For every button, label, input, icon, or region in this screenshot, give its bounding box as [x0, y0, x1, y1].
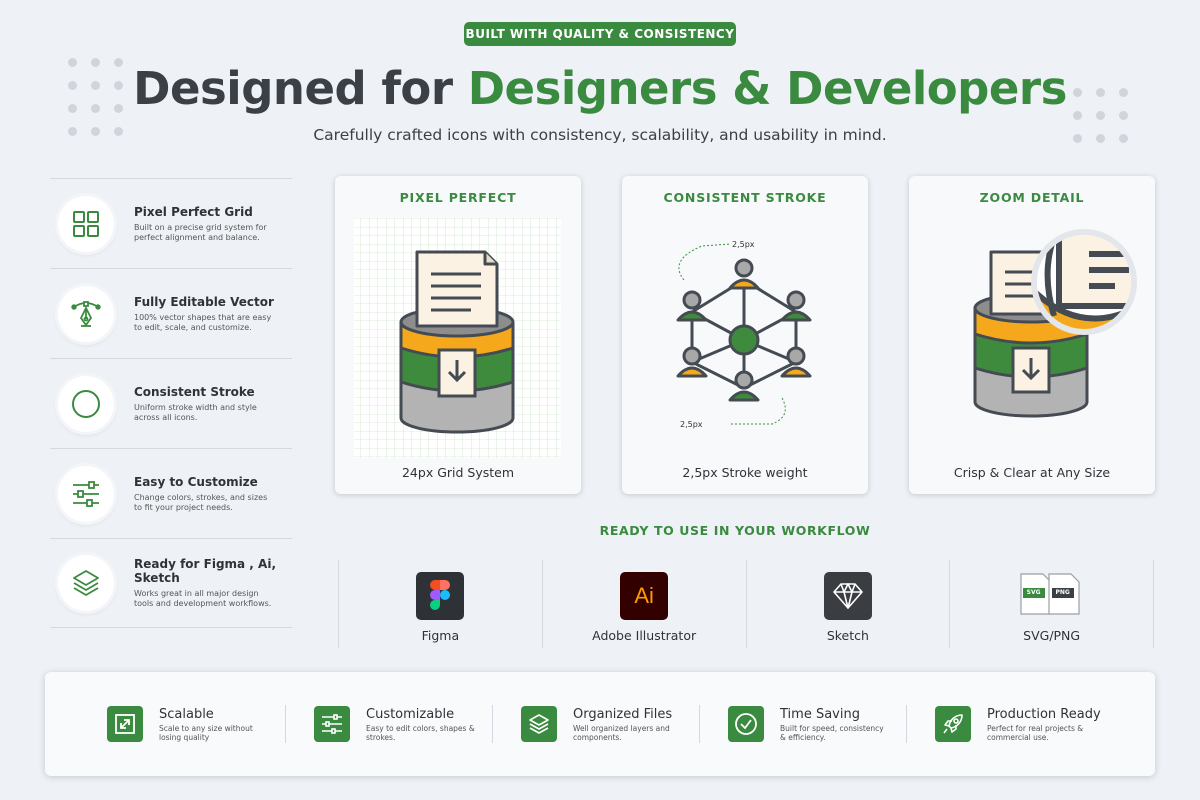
zoom-database-illustration [973, 229, 1137, 418]
card-zoom-detail: ZOOM DETAIL Crisp & Clear at Any Size [909, 176, 1155, 494]
benefit-desc: Built for speed, consistency & efficienc… [780, 723, 884, 742]
benefit-desc: Well organized layers and components. [573, 723, 670, 742]
benefit-item: Production Ready Perfect for real projec… [935, 704, 1143, 744]
feature-title: Easy to Customize [134, 474, 258, 489]
page-title: Designed for Designers & Developers [0, 62, 1200, 115]
feature-item: Ready for Figma , Ai, Sketch Works great… [50, 538, 292, 628]
sliders-icon [58, 465, 114, 522]
feature-title: Pixel Perfect Grid [134, 204, 253, 219]
feature-item: Consistent Stroke Uniform stroke width a… [50, 358, 292, 448]
feature-desc: Uniform stroke width and style across al… [134, 402, 257, 422]
layers-icon [58, 555, 114, 611]
benefit-item: Scalable Scale to any size without losin… [107, 704, 315, 744]
database-document-illustration [354, 218, 561, 458]
benefit-item: Time Saving Built for speed, consistency… [728, 704, 936, 744]
card-caption: 24px Grid System [401, 465, 515, 480]
benefit-desc: Scale to any size without losing quality [159, 723, 253, 742]
feature-desc: Change colors, strokes, and sizes to fit… [134, 492, 268, 512]
pen-tool-icon [58, 285, 114, 342]
card-caption: Crisp & Clear at Any Size [953, 465, 1111, 480]
network-users-illustration [676, 243, 812, 425]
tool-label: Sketch [826, 628, 869, 643]
rocket-icon [935, 706, 971, 742]
decorative-dots-left [68, 58, 123, 136]
tool-label: Adobe Illustrator [592, 628, 697, 643]
benefits-bar: Scalable Scale to any size without losin… [45, 672, 1155, 776]
benefit-desc: Easy to edit colors, shapes & strokes. [366, 723, 475, 742]
tool-label: Figma [421, 628, 460, 643]
benefit-title: Scalable [159, 706, 214, 722]
benefit-title: Time Saving [780, 706, 860, 722]
tools-row: Figma Ai Adobe Illustrator Sketch SVG PN… [338, 560, 1154, 648]
benefit-title: Customizable [366, 706, 455, 722]
figma-icon [416, 572, 465, 620]
feature-item: Fully Editable Vector 100% vector shapes… [50, 268, 292, 358]
feature-title: Consistent Stroke [134, 384, 255, 399]
feature-title: Ready for Figma , Ai, Sketch [134, 557, 277, 586]
svg-tag: SVG [1026, 589, 1041, 596]
feature-desc: 100% vector shapes that are easy to edit… [134, 312, 272, 332]
feature-item: Easy to Customize Change colors, strokes… [50, 448, 292, 538]
tool-svg-png: SVG PNG SVG/PNG [949, 560, 1154, 648]
illustrator-icon: Ai [620, 572, 669, 620]
benefit-item: Organized Files Well organized layers an… [521, 704, 729, 744]
file-format-icon: SVG PNG [1019, 572, 1085, 620]
png-tag: PNG [1055, 589, 1070, 596]
feature-desc: Works great in all major design tools an… [134, 589, 272, 608]
tool-figma: Figma [338, 560, 542, 648]
layers-icon [521, 706, 557, 742]
sliders-icon [314, 706, 350, 742]
stroke-annotation-top: 2,5px [732, 240, 755, 249]
resize-icon [107, 706, 143, 742]
grid-icon [58, 195, 114, 252]
page-subtitle: Carefully crafted icons with consistency… [313, 126, 887, 144]
card-pixel-perfect: PIXEL PERFECT 24px Grid System [335, 176, 581, 494]
feature-item: Pixel Perfect Grid Built on a precise gr… [50, 178, 292, 268]
sketch-icon [823, 572, 872, 620]
tool-sketch: Sketch [745, 560, 950, 648]
circle-icon [58, 375, 114, 432]
feature-desc: Built on a precise grid system for perfe… [134, 222, 267, 242]
top-badge: BUILT WITH QUALITY & CONSISTENCY [464, 22, 736, 46]
feature-title: Fully Editable Vector [134, 294, 274, 309]
decorative-dots-right [1073, 88, 1128, 143]
title-part-1: Designed for [133, 62, 468, 115]
benefit-desc: Perfect for real projects & commercial u… [987, 723, 1084, 742]
card-caption: 2,5px Stroke weight [682, 465, 808, 480]
check-circle-icon [728, 706, 764, 742]
illustrator-glyph: Ai [634, 583, 654, 608]
benefit-item: Customizable Easy to edit colors, shapes… [314, 704, 522, 744]
feature-list: Pixel Perfect Grid Built on a precise gr… [50, 178, 292, 628]
benefit-title: Organized Files [573, 706, 673, 722]
title-part-2: Designers & Developers [467, 62, 1068, 115]
tool-illustrator: Ai Adobe Illustrator [541, 560, 746, 648]
tool-label: SVG/PNG [1023, 628, 1081, 643]
benefit-title: Production Ready [987, 706, 1101, 722]
workflow-title: READY TO USE IN YOUR WORKFLOW [599, 523, 871, 538]
card-consistent-stroke: CONSISTENT STROKE 2,5px 2,5px 2,5px Stro… [622, 176, 868, 494]
stroke-annotation-bottom: 2,5px [680, 420, 703, 429]
